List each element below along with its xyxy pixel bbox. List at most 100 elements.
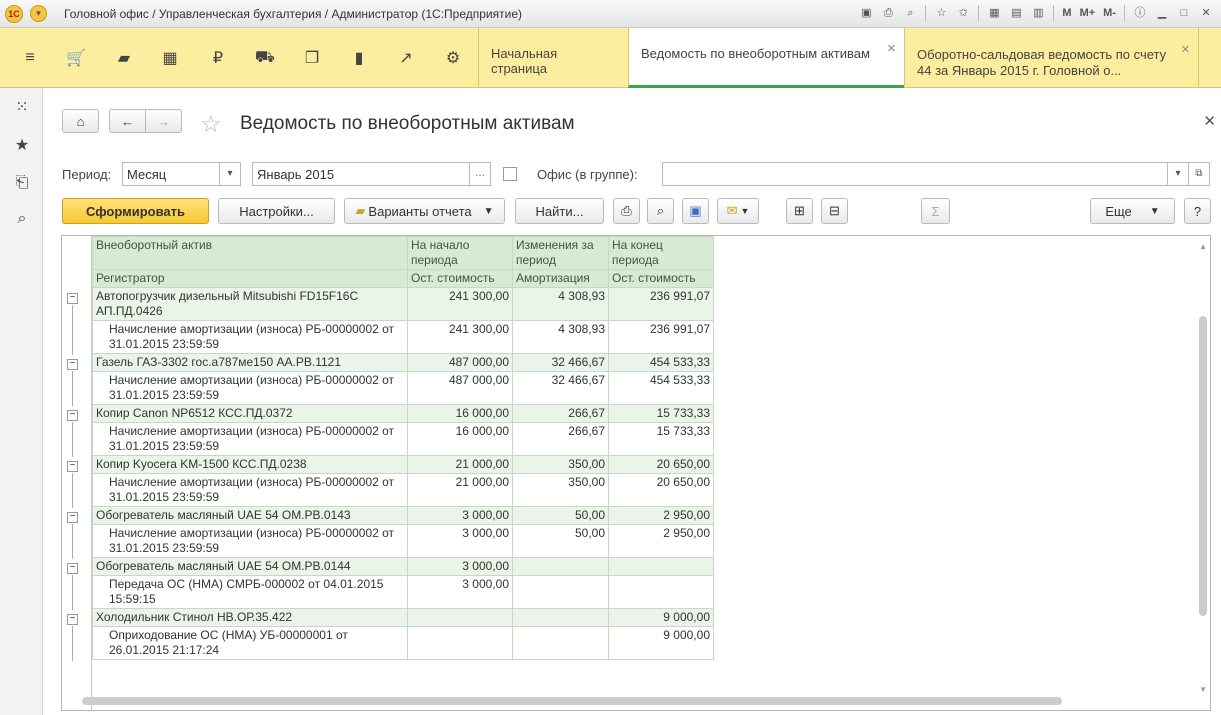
minimize-icon[interactable]: ▁ [1153,4,1171,22]
left-panel: ⁙ ★ ⎗ ⌕ [0,88,43,715]
more-button[interactable]: Еще ▼ [1090,198,1175,224]
preview-icon[interactable]: ⌕ [647,198,674,224]
tab-osv-44[interactable]: Оборотно-сальдовая ведомость по счету 44… [904,28,1199,88]
preview-icon[interactable]: ⌕ [901,4,919,22]
change-value [512,608,609,627]
detail-row[interactable]: Начисление амортизации (износа) РБ-00000… [92,473,714,507]
print-icon[interactable]: ⎙ [613,198,640,224]
star-icon[interactable]: ★ [12,136,32,156]
apps-grid-icon[interactable]: ⁙ [12,98,32,118]
header-registrar: Регистратор [92,269,408,288]
memory-m-button[interactable]: M [1060,4,1073,22]
close-form-icon[interactable]: ✕ [1203,112,1216,130]
favorites-add-icon[interactable]: ☆ [932,4,950,22]
collapse-groups-icon[interactable]: ⊟ [821,198,848,224]
home-button[interactable]: ⌂ [62,109,99,133]
collapse-group-icon[interactable]: − [67,511,78,523]
search-icon[interactable]: ⌕ [12,209,32,229]
print-icon[interactable]: ⎙ [879,4,897,22]
settings-button[interactable]: Настройки... [218,198,335,224]
expand-groups-icon[interactable]: ⊞ [786,198,813,224]
ruble-icon[interactable]: ₽ [195,28,241,88]
email-button[interactable]: ✉ ▼ [717,198,759,224]
collapse-group-icon[interactable]: − [67,613,78,625]
collapse-group-icon[interactable]: − [67,358,78,370]
save-icon[interactable]: ▣ [682,198,709,224]
group-row[interactable]: Автопогрузчик дизельный Mitsubishi FD15F… [92,287,714,321]
generate-button[interactable]: Сформировать [62,198,209,224]
open-icon[interactable]: ⧉ [1188,162,1210,186]
detail-row[interactable]: Начисление амортизации (износа) РБ-00000… [92,320,714,354]
collapse-group-icon[interactable]: − [67,562,78,574]
period-value-field[interactable]: Январь 2015 [252,162,470,186]
detail-row[interactable]: Начисление амортизации (износа) РБ-00000… [92,371,714,405]
docs-icon[interactable]: ❐ [289,28,335,88]
close-icon[interactable]: ✕ [1181,42,1190,58]
forward-button[interactable]: → [145,109,182,133]
close-window-icon[interactable]: ✕ [1197,4,1215,22]
memory-plus-button[interactable]: M+ [1078,4,1098,22]
start-value: 241 300,00 [407,287,513,321]
main-menu-icon[interactable]: ▾ [30,5,47,22]
report-area[interactable]: − − − − − − − Внеоборотный актив На начало пер… [61,235,1211,711]
cart-icon[interactable]: 🛒 [53,28,99,88]
calculator-icon[interactable]: ▦ [985,4,1003,22]
tab-fixed-assets[interactable]: Ведомость по внеоборотным активам ✕ [628,28,904,88]
favorite-star-icon[interactable]: ☆ [200,110,222,139]
horizontal-scrollbar[interactable] [82,697,1062,705]
detail-row[interactable]: Начисление амортизации (износа) РБ-00000… [92,422,714,456]
back-button[interactable]: ← [109,109,146,133]
office-label: Офис (в группе): [537,167,638,182]
app-logo-icon: 1С [5,5,23,23]
group-row[interactable]: Холодильник Стинол НВ.ОР.35.422 9 000,00 [92,608,714,627]
favorites-icon[interactable]: ✩ [954,4,972,22]
start-value: 487 000,00 [407,353,513,372]
clipboard-icon[interactable]: ▥ [1029,4,1047,22]
info-icon[interactable]: ⓘ [1131,4,1149,22]
detail-row[interactable]: Оприходование ОС (НМА) УБ-00000001 от 26… [92,626,714,660]
truck-icon[interactable]: ⛟ [242,28,288,88]
group-row[interactable]: Обогреватель масляный UAE 54 ОМ.РВ.0144 3… [92,557,714,576]
sum-icon[interactable]: Σ [921,198,950,224]
outline-line [72,574,73,610]
report-variants-button[interactable]: ▰ Варианты отчета ▼ [344,198,505,224]
collapse-group-icon[interactable]: − [67,292,78,304]
close-icon[interactable]: ✕ [887,42,896,55]
calendar-icon[interactable]: ▤ [1007,4,1025,22]
select-period-button[interactable]: … [469,162,491,186]
end-value: 9 000,00 [608,626,714,660]
office-checkbox[interactable] [503,167,517,181]
bag-icon[interactable]: ▰ [101,28,147,88]
find-button[interactable]: Найти... [515,198,604,224]
period-type-field[interactable]: Месяц [122,162,220,186]
collapse-group-icon[interactable]: − [67,409,78,421]
chevron-down-icon[interactable]: ▾ [1167,162,1189,186]
vertical-scrollbar[interactable] [1199,316,1207,616]
trend-icon[interactable]: ↗ [383,28,429,88]
collapse-group-icon[interactable]: − [67,460,78,472]
gear-icon[interactable]: ⚙ [430,28,476,88]
change-value: 4 308,93 [512,287,609,321]
scroll-up-icon[interactable]: ▲ [1199,242,1207,251]
grid-icon[interactable]: ▦ [147,28,193,88]
detail-row[interactable]: Начисление амортизации (износа) РБ-00000… [92,524,714,558]
save-icon[interactable]: ▣ [857,4,875,22]
arrow-right-icon: → [157,113,170,129]
history-icon[interactable]: ⎗ [12,173,32,193]
group-row[interactable]: Обогреватель масляный UAE 54 ОМ.РВ.0143 3… [92,506,714,525]
bar-chart-icon[interactable]: ▮ [336,28,382,88]
outline-line [72,421,73,457]
tab-home[interactable]: Начальная страница [478,28,628,88]
chevron-down-icon: ▼ [740,206,750,216]
help-button[interactable]: ? [1184,198,1211,224]
office-field[interactable] [662,162,1168,186]
chevron-down-icon[interactable]: ▾ [219,162,241,186]
group-row[interactable]: Газель ГАЗ-3302 гос.а787ме150 АА.РВ.1121… [92,353,714,372]
scroll-down-icon[interactable]: ▼ [1199,685,1207,694]
maximize-icon[interactable]: □ [1175,4,1193,22]
detail-row[interactable]: Передача ОС (НМА) СМРБ-000002 от 04.01.2… [92,575,714,609]
group-row[interactable]: Копир Kyocera KM-1500 КСС.ПД.0238 21 000,… [92,455,714,474]
memory-minus-button[interactable]: M- [1101,4,1118,22]
menu-icon[interactable]: ≡ [7,28,53,88]
group-row[interactable]: Копир Canon NP6512 КСС.ПД.0372 16 000,00 2… [92,404,714,423]
